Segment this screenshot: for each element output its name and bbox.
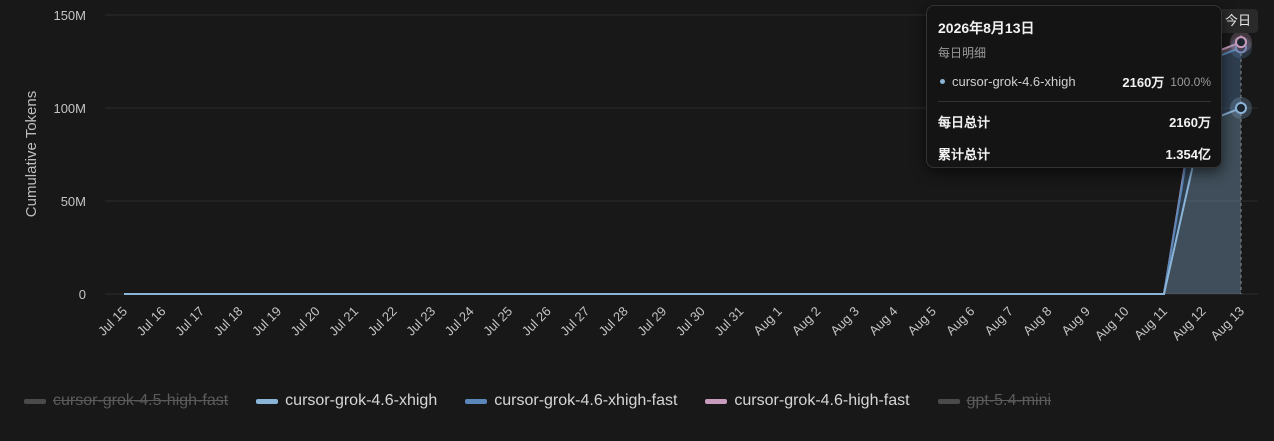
legend-label: cursor-grok-4.6-xhigh-fast: [494, 392, 678, 409]
x-axis-ticks: Jul 15 Jul 16 Jul 17 Jul 18 Jul 19 Jul 20 Jul …: [95, 304, 1247, 344]
legend-label: cursor-grok-4.6-high-fast: [734, 392, 910, 409]
tooltip-date: 2026年8月13日: [938, 20, 1035, 36]
tooltip-series-percent: 100.0%: [1170, 74, 1211, 89]
x-tick-label: Jul 29: [634, 304, 669, 339]
x-tick-label: Jul 19: [249, 304, 284, 339]
y-axis-ticks: 0 50M 100M 150M: [53, 8, 86, 302]
legend-label: cursor-grok-4.5-high-fast: [53, 392, 229, 409]
x-tick-label: Aug 1: [750, 304, 785, 339]
today-label: 今日: [1218, 9, 1258, 33]
tooltip-daily-total: 每日总计 2160万: [938, 112, 1211, 131]
y-tick-label: 100M: [53, 101, 86, 116]
x-tick-label: Jul 23: [403, 304, 438, 339]
tooltip: 2026年8月13日 每日明细 cursor-grok-4.6-xhigh 21…: [926, 5, 1222, 168]
x-tick-label: Jul 22: [365, 304, 400, 339]
tooltip-subtitle: 每日明细: [938, 46, 987, 60]
tooltip-cumulative-total: 累计总计 1.354亿: [938, 144, 1211, 163]
tooltip-row: cursor-grok-4.6-xhigh 2160万 100.0%: [938, 72, 1211, 91]
x-tick-label: Aug 6: [943, 304, 978, 339]
x-tick-label: Aug 4: [866, 304, 901, 339]
legend-item[interactable]: cursor-grok-4.6-xhigh-fast: [465, 392, 677, 410]
x-tick-label: Aug 2: [789, 304, 824, 339]
x-tick-label: Jul 16: [133, 304, 168, 339]
x-tick-label: Aug 11: [1131, 304, 1170, 343]
legend-item[interactable]: cursor-grok-4.5-high-fast: [24, 392, 228, 410]
x-tick-label: Aug 12: [1169, 304, 1209, 344]
x-tick-label: Aug 9: [1058, 304, 1093, 339]
x-tick-label: Aug 8: [1020, 304, 1055, 339]
daily-total-value: 2160万: [1169, 115, 1211, 130]
x-tick-label: Aug 13: [1207, 304, 1247, 344]
daily-total-label: 每日总计: [938, 115, 991, 130]
y-tick-label: 50M: [61, 194, 86, 209]
x-tick-label: Jul 18: [211, 304, 246, 339]
x-tick-label: Aug 7: [981, 304, 1016, 339]
legend-swatch-icon: [465, 398, 488, 404]
x-tick-label: Aug 3: [827, 304, 862, 339]
legend-item[interactable]: gpt-5.4-mini: [937, 392, 1052, 410]
x-tick-label: Jul 26: [519, 304, 554, 339]
x-tick-label: Jul 21: [326, 304, 361, 339]
tooltip-series-value: 2160万: [1122, 75, 1165, 90]
chart-legend: cursor-grok-4.5-high-fast cursor-grok-4.6…: [24, 389, 1079, 413]
tooltip-divider: [938, 101, 1211, 102]
y-tick-label: 150M: [53, 8, 86, 23]
data-point-marker: [1235, 36, 1247, 49]
x-tick-label: Jul 30: [673, 304, 708, 339]
cumulative-total-label: 累计总计: [938, 147, 991, 162]
x-tick-label: Jul 17: [172, 304, 207, 339]
legend-swatch-icon: [24, 398, 46, 404]
x-tick-label: Jul 15: [95, 304, 130, 339]
legend-label: cursor-grok-4.6-xhigh: [285, 392, 438, 409]
x-tick-label: Jul 28: [596, 304, 631, 339]
x-tick-label: Jul 31: [711, 304, 746, 339]
y-axis-label: Cumulative Tokens: [23, 91, 40, 217]
legend-label: gpt-5.4-mini: [966, 392, 1052, 409]
x-tick-label: Jul 25: [480, 304, 515, 339]
data-point-marker: [1235, 102, 1247, 114]
cumulative-total-value: 1.354亿: [1165, 147, 1211, 162]
legend-item[interactable]: cursor-grok-4.6-xhigh: [256, 392, 437, 410]
series-dot-icon: [940, 79, 945, 84]
x-tick-label: Aug 5: [904, 304, 939, 339]
x-tick-label: Jul 27: [557, 304, 592, 339]
legend-item[interactable]: cursor-grok-4.6-high-fast: [705, 392, 910, 410]
x-tick-label: Aug 10: [1092, 304, 1132, 344]
tooltip-series-name: cursor-grok-4.6-xhigh: [952, 74, 1076, 89]
legend-swatch-icon: [705, 398, 728, 404]
y-tick-label: 0: [79, 287, 86, 302]
legend-swatch-icon: [256, 398, 279, 404]
x-tick-label: Jul 20: [288, 304, 323, 339]
legend-swatch-icon: [937, 398, 960, 404]
x-tick-label: Jul 24: [442, 304, 477, 339]
